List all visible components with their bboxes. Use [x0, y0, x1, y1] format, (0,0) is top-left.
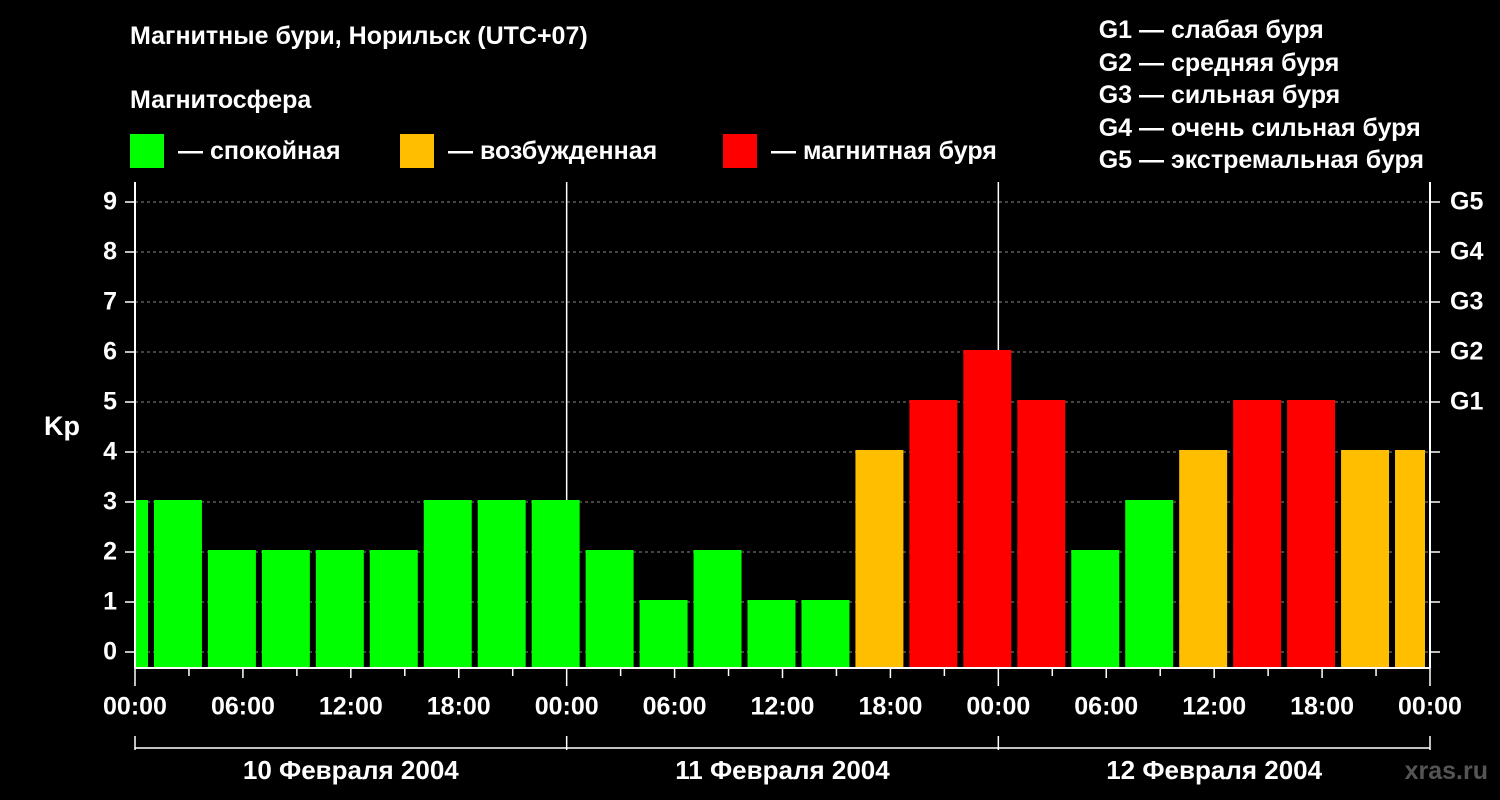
right-axis-label-G1: G1: [1450, 388, 1483, 416]
right-axis-label-G5: G5: [1450, 188, 1483, 216]
y-tick-label-0: 0: [103, 638, 117, 666]
bar-20: [1179, 450, 1228, 668]
right-axis-label-G3: G3: [1450, 288, 1483, 316]
x-tick-label-10: 12:00: [1182, 693, 1246, 721]
day-label-2: 12 Февраля 2004: [1106, 755, 1322, 785]
day-label-1: 11 Февраля 2004: [675, 755, 890, 785]
x-tick-label-4: 00:00: [535, 693, 599, 721]
y-tick-label-3: 3: [103, 488, 117, 516]
bar-10: [639, 600, 688, 668]
x-tick-label-2: 12:00: [319, 693, 383, 721]
bar-15: [909, 400, 958, 668]
bar-22: [1287, 400, 1336, 668]
bar-12: [747, 600, 796, 668]
y-tick-label-4: 4: [103, 438, 117, 466]
right-axis-label-G2: G2: [1450, 338, 1483, 366]
bar-0: [136, 500, 148, 668]
bar-1: [153, 500, 202, 668]
bar-14: [855, 450, 904, 668]
kp-bar-chart: 0 1 2 3 4 5 6 7 8 9 G1 G2 G3 G4 G5 Kp 00:00 06:00 12:00 18:…: [44, 182, 1483, 785]
bar-9: [585, 550, 634, 668]
bar-8: [531, 500, 580, 668]
bar-18: [1071, 550, 1120, 668]
y-tick-label-2: 2: [103, 538, 117, 566]
y-axis-label: Kp: [44, 411, 80, 441]
bar-24: [1395, 450, 1425, 668]
right-axis-label-G4: G4: [1450, 238, 1483, 266]
x-tick-label-8: 00:00: [966, 693, 1030, 721]
x-tick-label-0: 00:00: [103, 693, 167, 721]
watermark: xras.ru: [1404, 757, 1488, 785]
x-tick-label-7: 18:00: [858, 693, 922, 721]
bar-16: [963, 350, 1012, 668]
bar-7: [477, 500, 526, 668]
x-tick-label-3: 18:00: [427, 693, 491, 721]
bar-6: [423, 500, 472, 668]
y-tick-label-9: 9: [103, 188, 117, 216]
bar-3: [261, 550, 310, 668]
y-tick-label-7: 7: [103, 288, 117, 316]
bar-17: [1017, 400, 1066, 668]
bar-23: [1341, 450, 1390, 668]
bar-13: [801, 600, 850, 668]
y-tick-label-5: 5: [103, 388, 117, 416]
day-label-0: 10 Февраля 2004: [243, 755, 459, 785]
bar-5: [369, 550, 418, 668]
y-tick-label-6: 6: [103, 338, 117, 366]
bar-4: [315, 550, 364, 668]
y-tick-label-1: 1: [103, 588, 117, 616]
bar-19: [1125, 500, 1174, 668]
x-tick-label-12: 00:00: [1398, 693, 1462, 721]
bar-2: [207, 550, 256, 668]
y-tick-label-8: 8: [103, 238, 117, 266]
bar-11: [693, 550, 742, 668]
x-tick-label-1: 06:00: [211, 693, 275, 721]
bar-21: [1233, 400, 1282, 668]
x-tick-label-6: 12:00: [751, 693, 815, 721]
x-tick-label-9: 06:00: [1074, 693, 1138, 721]
x-tick-label-11: 18:00: [1290, 693, 1354, 721]
x-tick-label-5: 06:00: [643, 693, 707, 721]
